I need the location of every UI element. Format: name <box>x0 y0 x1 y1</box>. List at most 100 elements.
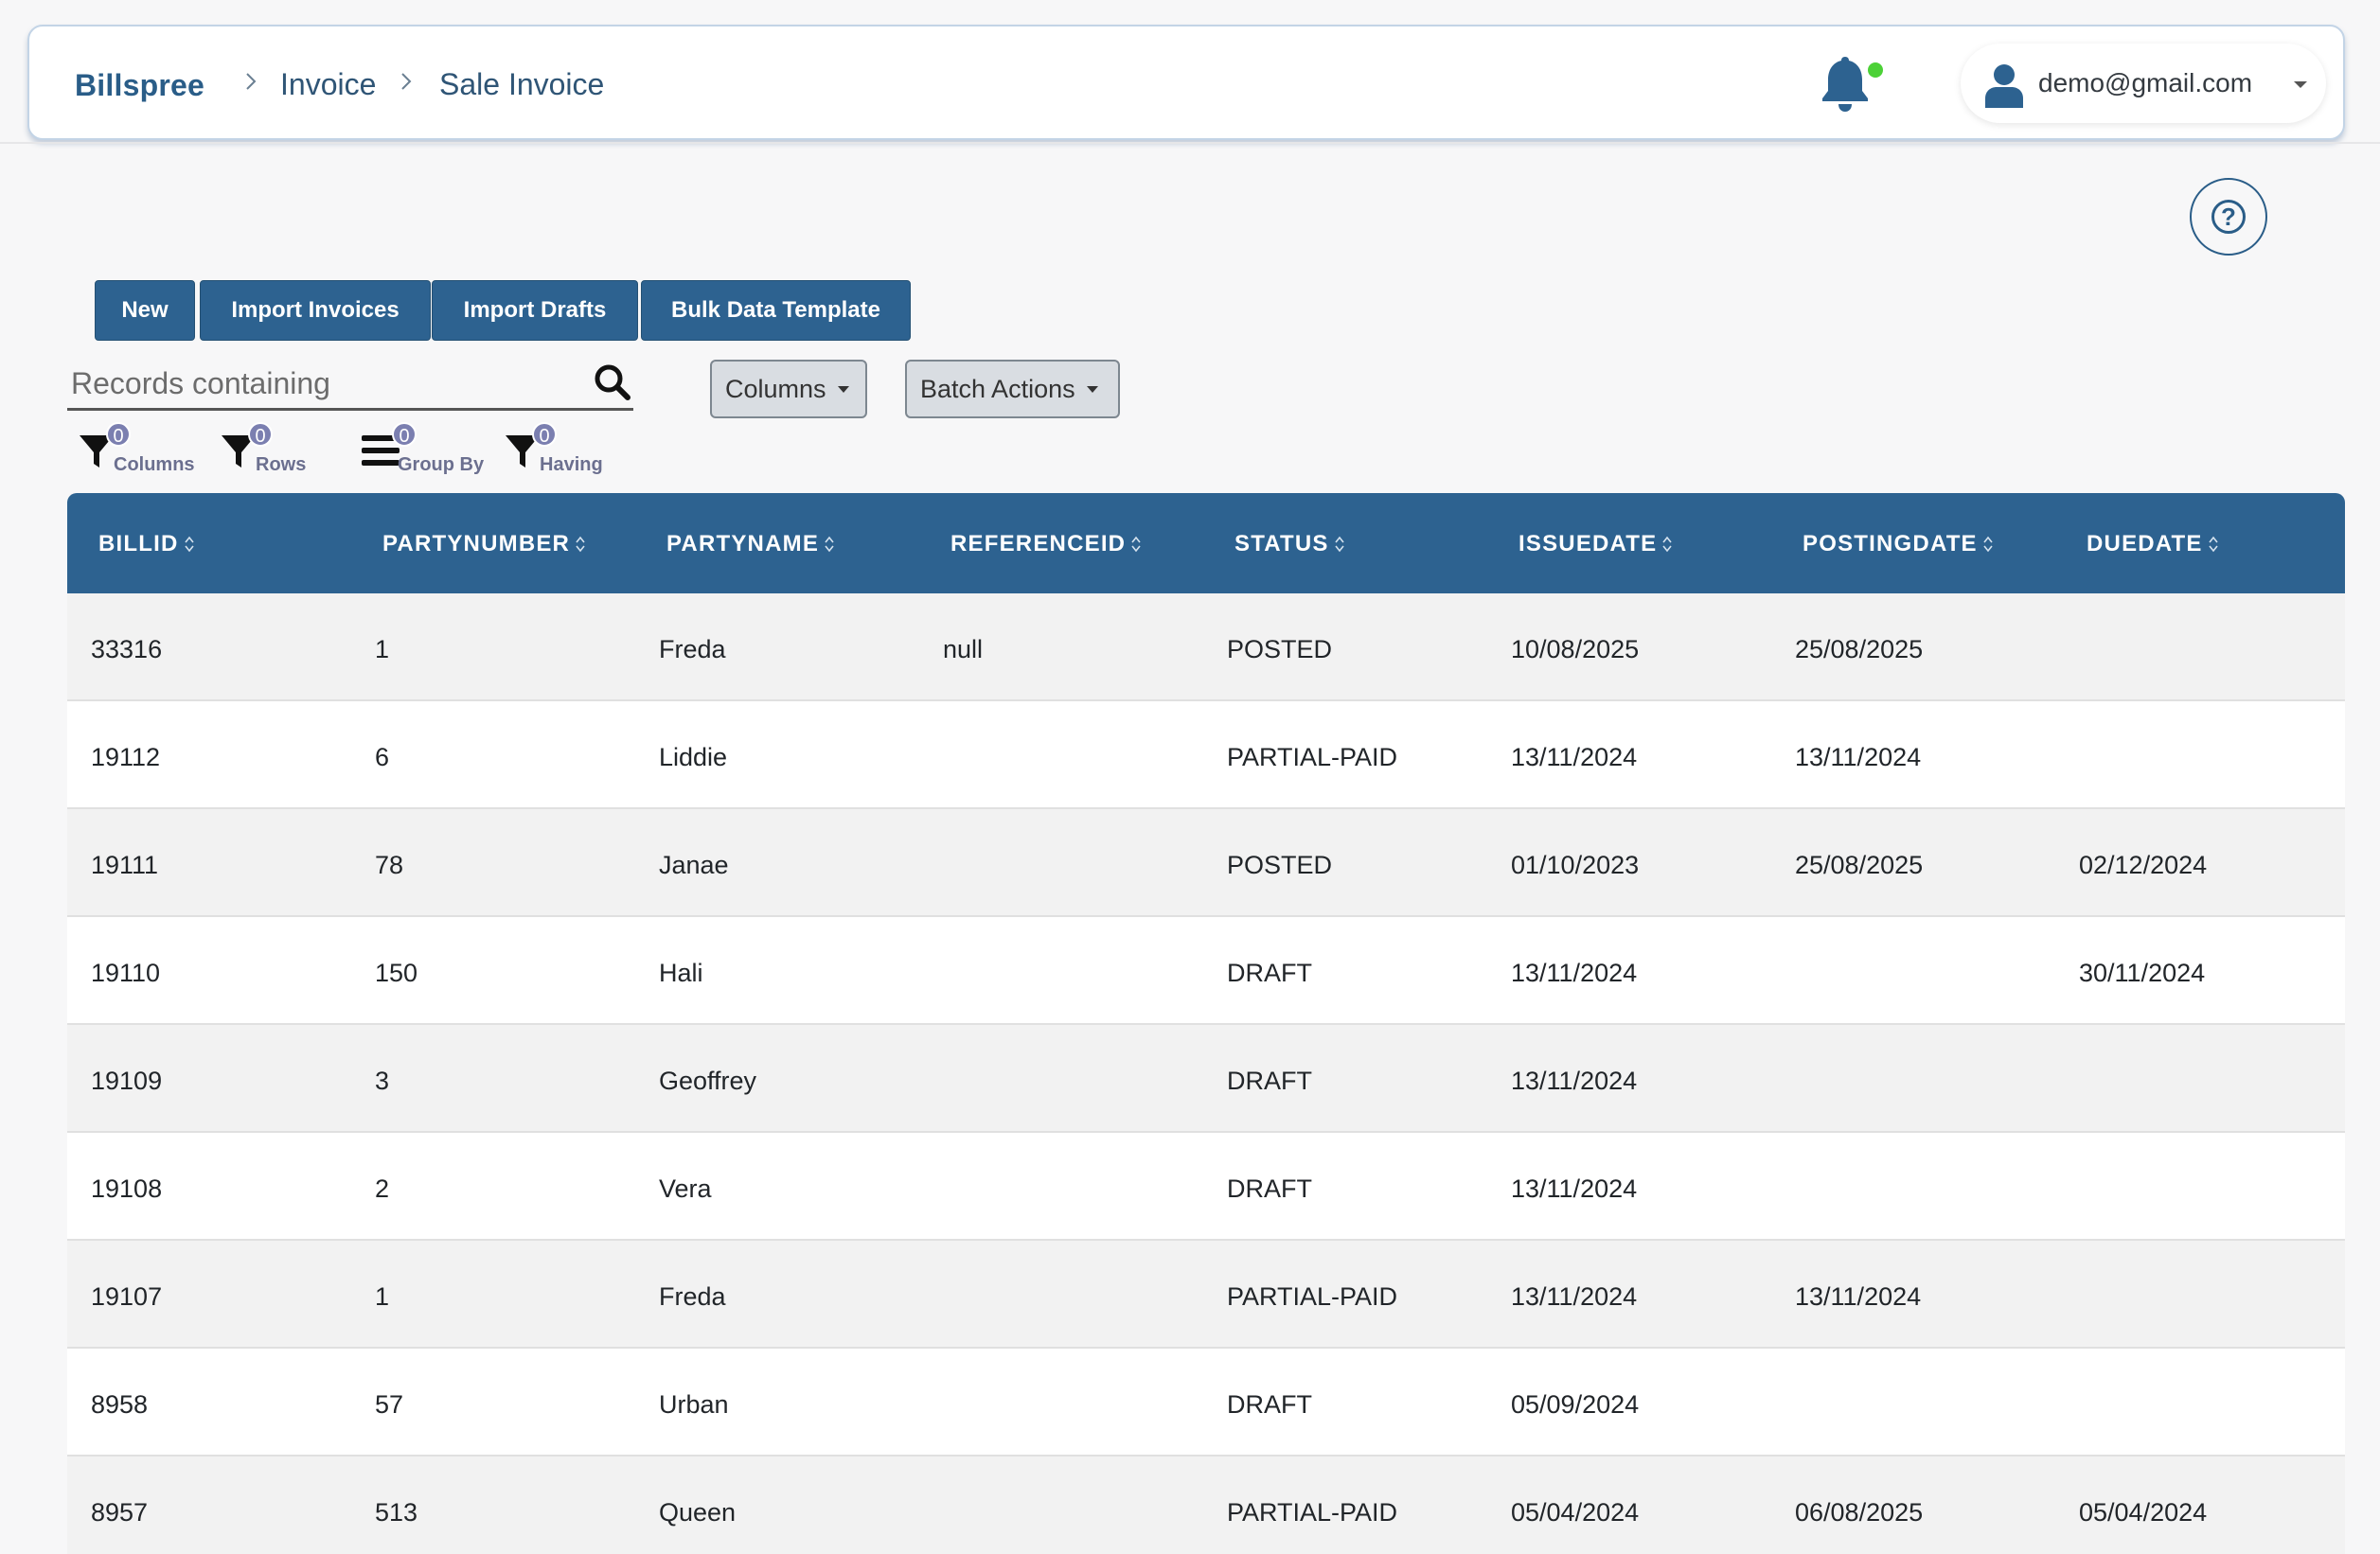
cell-partyname: Queen <box>659 1498 737 1527</box>
cell-status: DRAFT <box>1227 1067 1312 1095</box>
bulk-data-template-button[interactable]: Bulk Data Template <box>641 280 911 341</box>
filter-rows[interactable]: 0 Rows <box>220 422 314 479</box>
column-header-status[interactable]: STATUS <box>1234 531 1344 557</box>
import-invoices-button[interactable]: Import Invoices <box>200 280 431 341</box>
chevron-right-icon <box>246 73 257 90</box>
table-header: BILLID PARTYNUMBER PARTYNAME REFERENCEID STA… <box>67 493 2345 593</box>
column-header-issuedate[interactable]: ISSUEDATE <box>1519 531 1672 557</box>
columns-dropdown[interactable]: Columns <box>710 360 867 418</box>
search-icon[interactable] <box>594 363 631 401</box>
column-header-billid[interactable]: BILLID <box>98 531 194 557</box>
cell-partynumber: 1 <box>375 1282 390 1311</box>
table-row[interactable]: 19109 3 Geoffrey DRAFT 13/11/2024 <box>67 1025 2345 1133</box>
sort-icon[interactable] <box>1131 536 1141 553</box>
invoice-table: BILLID PARTYNUMBER PARTYNAME REFERENCEID STA… <box>67 493 2345 1554</box>
caret-down-icon <box>2294 81 2307 88</box>
divider <box>0 142 2380 144</box>
breadcrumb-sale-invoice: Sale Invoice <box>439 67 605 101</box>
notification-bell-icon[interactable] <box>1817 53 1874 114</box>
cell-partynumber: 1 <box>375 635 390 663</box>
batch-actions-dropdown-label: Batch Actions <box>920 374 1075 403</box>
column-header-postingdate[interactable]: POSTINGDATE <box>1803 531 1993 557</box>
sort-icon[interactable] <box>2209 536 2218 553</box>
column-header-label: PARTYNUMBER <box>382 531 571 556</box>
cell-duedate: 30/11/2024 <box>2079 959 2206 987</box>
user-menu[interactable]: demo@gmail.com <box>1961 44 2326 123</box>
import-drafts-button[interactable]: Import Drafts <box>432 280 638 341</box>
cell-postingdate: 25/08/2025 <box>1795 851 1924 879</box>
caret-down-icon <box>837 385 849 393</box>
cell-partyname: Geoffrey <box>659 1067 757 1095</box>
search-input[interactable] <box>71 363 563 403</box>
cell-duedate: 02/12/2024 <box>2079 851 2208 879</box>
cell-status: PARTIAL-PAID <box>1227 743 1398 771</box>
cell-issuedate: 13/11/2024 <box>1511 1067 1638 1095</box>
cell-partynumber: 6 <box>375 743 390 771</box>
column-header-label: ISSUEDATE <box>1519 531 1658 556</box>
cell-partyname: Liddie <box>659 743 728 771</box>
sort-icon[interactable] <box>1662 536 1672 553</box>
cell-postingdate: 13/11/2024 <box>1795 743 1922 771</box>
table-row[interactable]: 8958 57 Urban DRAFT 05/09/2024 <box>67 1349 2345 1457</box>
cell-billid: 8958 <box>91 1390 149 1419</box>
caret-down-icon <box>1086 385 1098 393</box>
cell-partynumber: 57 <box>375 1390 404 1419</box>
table-row[interactable]: 33316 1 Freda null POSTED 10/08/2025 25/08/202… <box>67 593 2345 701</box>
breadcrumb-invoice[interactable]: Invoice <box>280 67 376 102</box>
cell-status: POSTED <box>1227 851 1333 879</box>
sort-icon[interactable] <box>184 536 194 553</box>
table-row[interactable]: 19111 78 Janae POSTED 01/10/2023 25/08/2025 02… <box>67 809 2345 917</box>
column-header-partyname[interactable]: PARTYNAME <box>666 531 834 557</box>
cell-partynumber: 150 <box>375 959 418 987</box>
cell-issuedate: 10/08/2025 <box>1511 635 1640 663</box>
columns-dropdown-label: Columns <box>725 374 826 403</box>
sort-icon[interactable] <box>1335 536 1344 553</box>
column-header-label: DUEDATE <box>2087 531 2203 556</box>
cell-status: DRAFT <box>1227 1390 1312 1419</box>
filter-having[interactable]: 0 Having <box>504 422 627 479</box>
cell-referenceid: null <box>943 635 984 663</box>
cell-partynumber: 3 <box>375 1067 390 1095</box>
top-navbar: Billspree Invoice Sale Invoice demo@gmai… <box>27 25 2345 140</box>
cell-issuedate: 13/11/2024 <box>1511 743 1638 771</box>
cell-partynumber: 2 <box>375 1174 390 1203</box>
cell-issuedate: 13/11/2024 <box>1511 1174 1638 1203</box>
sort-icon[interactable] <box>576 536 585 553</box>
new-button[interactable]: New <box>95 280 195 341</box>
cell-partyname: Janae <box>659 851 729 879</box>
table-row[interactable]: 19107 1 Freda PARTIAL-PAID 13/11/2024 13/11/2… <box>67 1241 2345 1349</box>
sort-icon[interactable] <box>825 536 834 553</box>
sort-icon[interactable] <box>1983 536 1993 553</box>
filter-count-badge: 0 <box>392 422 417 447</box>
user-email: demo@gmail.com <box>2038 68 2253 97</box>
filter-label: Rows <box>256 454 307 475</box>
cell-billid: 19108 <box>91 1174 163 1203</box>
cell-partyname: Freda <box>659 635 726 663</box>
filter-label: Having <box>540 454 603 475</box>
cell-billid: 33316 <box>91 635 163 663</box>
column-header-referenceid[interactable]: REFERENCEID <box>950 531 1141 557</box>
filter-label: Group By <box>398 454 485 475</box>
filter-count-badge: 0 <box>106 422 131 447</box>
question-icon: ? <box>2211 200 2246 234</box>
cell-partyname: Urban <box>659 1390 729 1419</box>
cell-issuedate: 05/09/2024 <box>1511 1390 1640 1419</box>
filter-group-by[interactable]: 0 Group By <box>362 422 494 479</box>
batch-actions-dropdown[interactable]: Batch Actions <box>905 360 1120 418</box>
cell-billid: 19111 <box>91 851 159 879</box>
table-row[interactable]: 19110 150 Hali DRAFT 13/11/2024 30/11/2024 <box>67 917 2345 1025</box>
filter-columns[interactable]: 0 Columns <box>78 422 201 479</box>
cell-issuedate: 01/10/2023 <box>1511 851 1640 879</box>
cell-issuedate: 13/11/2024 <box>1511 959 1638 987</box>
column-header-label: POSTINGDATE <box>1803 531 1978 556</box>
column-header-duedate[interactable]: DUEDATE <box>2087 531 2218 557</box>
cell-partyname: Hali <box>659 959 703 987</box>
help-button[interactable]: ? <box>2190 178 2267 256</box>
table-row[interactable]: 19108 2 Vera DRAFT 13/11/2024 <box>67 1133 2345 1241</box>
table-row[interactable]: 8957 513 Queen PARTIAL-PAID 05/04/2024 06/08/… <box>67 1457 2345 1554</box>
column-header-partynumber[interactable]: PARTYNUMBER <box>382 531 585 557</box>
brand-logo[interactable]: Billspree <box>75 68 204 103</box>
table-row[interactable]: 19112 6 Liddie PARTIAL-PAID 13/11/2024 13/11/… <box>67 701 2345 809</box>
cell-postingdate: 25/08/2025 <box>1795 635 1924 663</box>
cell-billid: 19112 <box>91 743 161 771</box>
